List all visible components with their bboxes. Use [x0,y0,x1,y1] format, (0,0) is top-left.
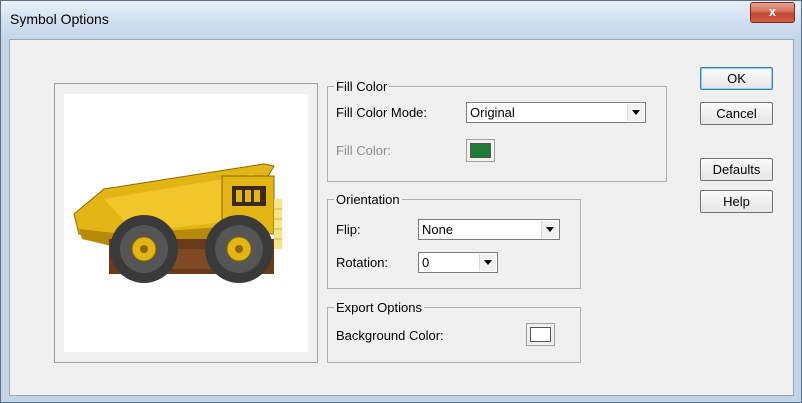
export-options-group: Export Options Background Color: [327,300,581,363]
fill-color-group: Fill Color Fill Color Mode: Original Fil… [327,79,667,182]
rotation-label: Rotation: [336,255,389,270]
dialog-body: Fill Color Fill Color Mode: Original Fil… [9,39,794,396]
orientation-group: Orientation Flip: None Rotation: 0 [327,192,581,289]
fill-color-swatch [470,143,491,158]
symbol-preview-frame [54,83,318,363]
close-icon: x [768,4,777,19]
symbol-preview [64,94,308,352]
fill-color-mode-value: Original [470,105,515,120]
rotation-select[interactable]: 0 [418,252,498,273]
ok-button[interactable]: OK [700,67,773,90]
rotation-value: 0 [422,255,430,270]
fill-color-mode-select[interactable]: Original [466,102,646,123]
cancel-button[interactable]: Cancel [700,102,773,125]
background-color-swatch [530,327,551,342]
defaults-button[interactable]: Defaults [700,158,773,181]
flip-label: Flip: [336,222,361,237]
flip-value: None [422,222,454,237]
export-options-legend: Export Options [334,300,424,315]
chevron-down-icon[interactable] [479,254,496,271]
orientation-legend: Orientation [334,192,402,207]
window-title: Symbol Options [10,11,109,27]
close-button[interactable]: x [750,2,795,23]
chevron-down-icon[interactable] [627,104,644,121]
background-color-label: Background Color: [336,328,444,343]
flip-select[interactable]: None [418,219,560,240]
fill-color-label: Fill Color: [336,143,391,158]
title-bar[interactable]: Symbol Options x [1,1,801,39]
background-color-button[interactable] [526,323,555,346]
chevron-down-icon[interactable] [541,221,558,238]
fill-color-legend: Fill Color [334,79,390,94]
fill-color-mode-label: Fill Color Mode: [336,105,428,120]
dump-truck-icon [73,163,282,283]
help-button[interactable]: Help [700,190,773,213]
fill-color-button[interactable] [466,139,495,162]
symbol-options-dialog: Symbol Options x Fill Color Fill Color M… [0,0,802,403]
